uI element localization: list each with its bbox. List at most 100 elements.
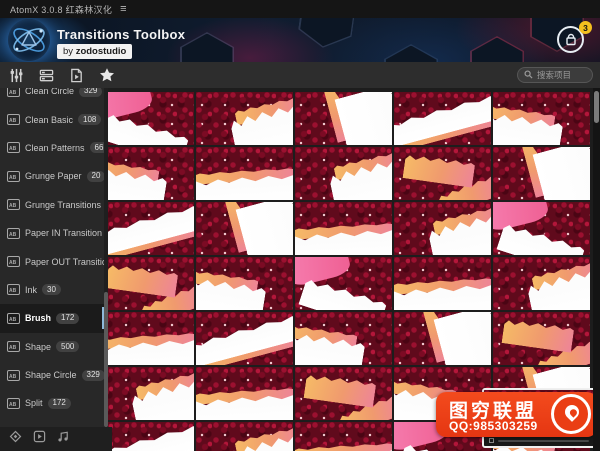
transition-thumbnail[interactable] [394,202,491,255]
search-box[interactable] [517,67,593,83]
video-preview-icon[interactable] [33,430,46,448]
item-count-badge: 500 [56,341,80,353]
search-input[interactable] [537,70,589,80]
sidebar-item-split[interactable]: AB Split 172 [0,389,108,417]
list-view-icon[interactable] [39,68,54,83]
filter-sliders-icon[interactable] [9,68,24,83]
sidebar-scrollbar[interactable] [104,88,108,427]
item-count-badge: 172 [56,312,80,324]
ab-composition-icon: AB [7,227,20,239]
transition-thumbnail[interactable] [493,312,590,365]
watermark-banner: 图穷联盟 QQ:985303259 [436,392,597,437]
transition-thumbnail[interactable] [97,92,194,145]
sidebar-item-label: Clean Circle [25,88,75,97]
item-count-badge: 20 [86,170,106,182]
file-play-icon[interactable] [69,68,84,83]
transition-thumbnail[interactable] [295,422,392,451]
sidebar-item-label: Shape Circle [25,370,77,381]
bottom-toolbar [0,427,112,451]
transition-thumbnail[interactable] [295,202,392,255]
author-badge: by zodostudio [57,44,133,59]
music-note-icon[interactable] [57,430,70,448]
toolbar [0,62,600,88]
window-title: AtomX 3.0.8 红森林汉化 [10,4,113,15]
sidebar-item-brush[interactable]: AB Brush 172 [0,304,108,333]
byline-author: zodostudio [75,45,127,57]
transition-thumbnail[interactable] [196,147,293,200]
transition-thumbnail[interactable] [196,202,293,255]
transition-thumbnail[interactable] [394,92,491,145]
sidebar-item-label: Ink [25,284,38,295]
sidebar-item-label: Shape [25,341,52,352]
item-count-badge: 172 [47,397,71,409]
keyframe-diamond-icon[interactable] [9,430,22,448]
sidebar-item-ink[interactable]: AB Ink 30 [0,276,108,304]
sidebar-item-grunge-transitions[interactable]: AB Grunge Transitions [0,191,108,219]
transition-thumbnail[interactable] [97,257,194,310]
item-count-badge: 30 [42,284,61,296]
transition-thumbnail[interactable] [493,92,590,145]
transition-thumbnail[interactable] [295,257,392,310]
ab-composition-icon: AB [7,170,20,182]
plugin-title: Transitions Toolbox [57,27,186,42]
sidebar-item-paper-out-transitio[interactable]: AB Paper OUT Transitio [0,247,108,275]
transition-thumbnail[interactable] [97,147,194,200]
transition-thumbnail[interactable] [295,147,392,200]
transition-thumbnail[interactable] [97,367,194,420]
sidebar-item-label: Grunge Transitions [25,199,102,210]
sidebar-item-clean-patterns[interactable]: AB Clean Patterns 66 [0,134,108,162]
sidebar-scrollbar-thumb[interactable] [104,292,108,427]
transition-thumbnail[interactable] [196,312,293,365]
hexagon-decoration [180,32,234,62]
window-titlebar: AtomX 3.0.8 红森林汉化 ≡ [0,0,600,18]
favorites-star-icon[interactable] [99,67,115,83]
menu-icon[interactable]: ≡ [120,3,126,15]
transition-thumbnail[interactable] [493,147,590,200]
transitions-toolbox-panel: AtomX 3.0.8 红森林汉化 ≡ Transitions Toolbox … [0,0,600,451]
ab-composition-icon: AB [7,142,20,154]
ab-composition-icon: AB [7,199,20,211]
ab-composition-icon: AB [7,397,20,409]
transition-thumbnail[interactable] [493,202,590,255]
sidebar-item-paper-in-transition[interactable]: AB Paper IN Transition [0,219,108,247]
sidebar-item-shape-circle[interactable]: AB Shape Circle 329 [0,361,108,389]
transition-thumbnail[interactable] [295,367,392,420]
flame-icon [551,394,591,434]
header-banner: Transitions Toolbox by zodostudio 3 [0,18,600,62]
sidebar-item-label: Clean Basic [25,114,74,125]
byline-prefix: by [63,45,76,57]
item-count-badge: 108 [78,114,102,126]
item-count-badge: 329 [79,88,103,97]
transition-thumbnail[interactable] [196,257,293,310]
sidebar-item-clean-circle[interactable]: AB Clean Circle 329 [0,88,108,105]
search-icon [524,66,533,84]
sidebar-item-label: Paper IN Transition [25,228,103,239]
transition-thumbnail[interactable] [97,202,194,255]
main-scrollbar-thumb[interactable] [594,91,599,123]
transition-thumbnail[interactable] [196,367,293,420]
player-stop-icon[interactable] [489,438,494,443]
transition-thumbnail[interactable] [493,257,590,310]
transition-thumbnail[interactable] [394,257,491,310]
transition-thumbnail[interactable] [394,312,491,365]
sidebar-item-label: Split [25,398,43,409]
hexagon-decoration [384,44,438,62]
sidebar-item-shape[interactable]: AB Shape 500 [0,333,108,361]
sidebar-item-clean-basic[interactable]: AB Clean Basic 108 [0,105,108,133]
transition-thumbnail[interactable] [97,312,194,365]
player-progress[interactable] [498,439,589,442]
category-sidebar: AB Clean Circle 329 AB Clean Basic 108 AB Clean… [0,88,108,427]
transition-thumbnail[interactable] [295,92,392,145]
sidebar-item-label: Paper OUT Transitio [25,256,107,267]
watermark-qq: QQ:985303259 [449,419,538,433]
hexagon-decoration [296,18,358,51]
main-scrollbar[interactable] [593,88,600,451]
atomx-logo-icon [8,19,50,61]
sidebar-item-label: Brush [25,313,52,324]
transition-thumbnail[interactable] [394,147,491,200]
sidebar-item-grunge-paper[interactable]: AB Grunge Paper 20 [0,162,108,190]
transition-thumbnail[interactable] [295,312,392,365]
sidebar-item-label: Clean Patterns [25,142,85,153]
transition-thumbnail[interactable] [196,422,293,451]
transition-thumbnail[interactable] [196,92,293,145]
